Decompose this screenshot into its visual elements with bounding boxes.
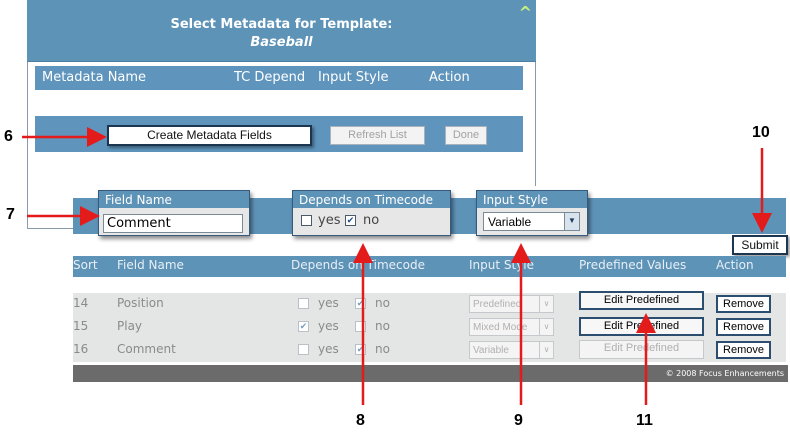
callout-10: 10 bbox=[752, 124, 770, 141]
callout-9: 9 bbox=[514, 412, 523, 429]
callout-6: 6 bbox=[4, 128, 13, 145]
callout-7: 7 bbox=[6, 206, 15, 223]
callout-arrows bbox=[22, 127, 772, 405]
callout-8: 8 bbox=[356, 412, 365, 429]
callout-11: 11 bbox=[636, 412, 653, 429]
